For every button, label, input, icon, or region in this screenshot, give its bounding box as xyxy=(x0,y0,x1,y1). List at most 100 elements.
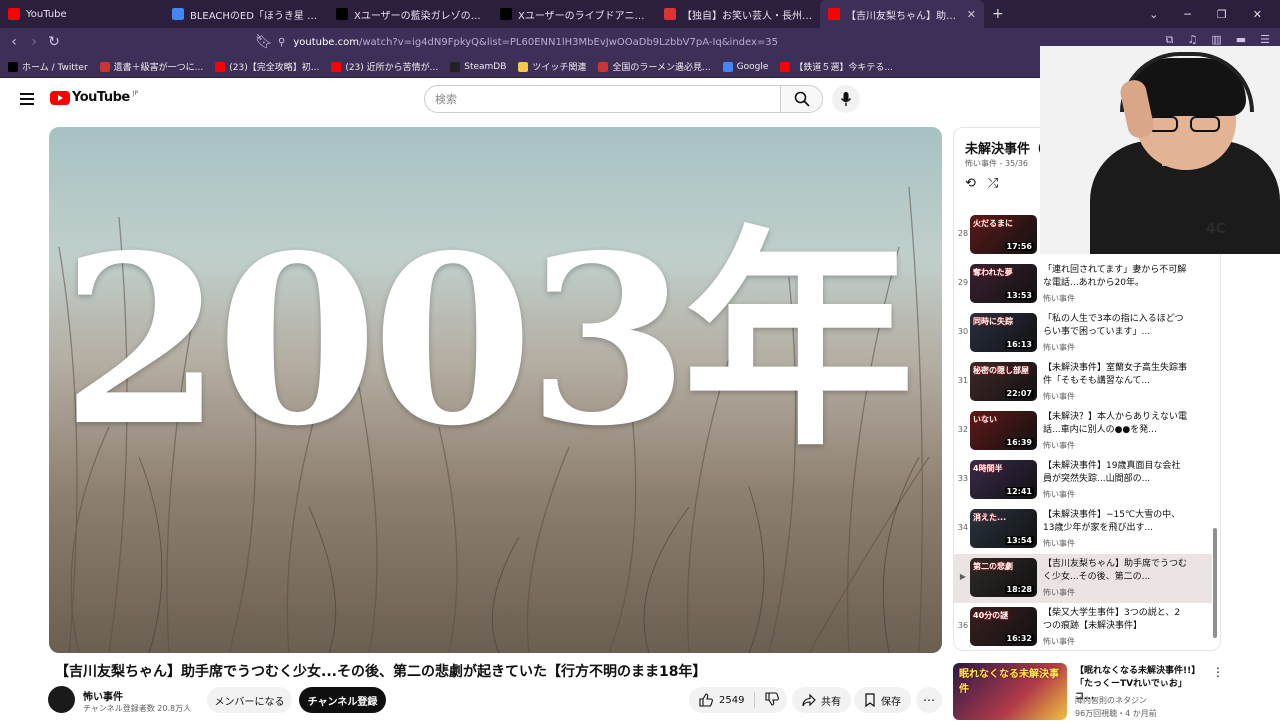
browser-tab[interactable]: Xユーザーの藍染ガレゾの怨暦（裏業投 xyxy=(328,0,492,28)
close-tab-icon[interactable]: ✕ xyxy=(967,8,976,21)
youtube-logo[interactable]: YouTube JP xyxy=(50,90,138,105)
browser-tab[interactable]: Xユーザーのライブドアニュースさん:「容疑 xyxy=(492,0,656,28)
webcam-overlay: 4C xyxy=(1040,46,1280,254)
restore-icon[interactable]: ❐ xyxy=(1217,8,1227,21)
site-info-icon[interactable]: ⚲ xyxy=(278,37,285,48)
playlist-item-thumbnail[interactable]: 火だるまに 17:56 xyxy=(970,215,1037,254)
bookmark-item[interactable]: SteamDB xyxy=(450,61,507,72)
shuffle-icon[interactable]: ⤮ xyxy=(988,176,998,191)
bookmark-item[interactable]: 全国のラーメン遇必見... xyxy=(598,60,711,73)
recommended-menu-icon[interactable]: ⋮ xyxy=(1212,665,1224,679)
playlist-item-index: 32 xyxy=(957,425,969,434)
playlist-item[interactable]: 29 奪われた夢 13:53 「連れ回されてます」妻から不可解な電話...あれから20… xyxy=(954,260,1212,309)
search-input[interactable]: 検索 xyxy=(424,85,781,113)
bookmark-label: (23) 近所から苦情が... xyxy=(345,63,439,73)
playlist-item-index: 29 xyxy=(957,278,969,287)
thumbnail-caption: 40分の謎 xyxy=(973,611,1009,620)
share-icon xyxy=(802,693,816,707)
playlist-item-thumbnail[interactable]: いない 16:39 xyxy=(970,411,1037,450)
bookmark-favicon-icon xyxy=(780,61,791,72)
recommended-channel[interactable]: 陣内智則のネタジン xyxy=(1075,695,1147,706)
channel-avatar[interactable] xyxy=(48,686,75,713)
tab-title: Xユーザーの藍染ガレゾの怨暦（裏業投 xyxy=(354,10,484,22)
join-button[interactable]: メンバーになる xyxy=(207,687,292,713)
menu-icon[interactable]: ☰ xyxy=(1260,33,1270,47)
bookmark-item[interactable]: (23)【完全攻略】初... xyxy=(215,60,319,73)
x-icon xyxy=(500,8,512,20)
bookmark-item[interactable]: ホーム / Twitter xyxy=(8,60,88,73)
dislike-button[interactable] xyxy=(755,691,789,709)
playlist-item-thumbnail[interactable]: 消えた... 13:54 xyxy=(970,509,1037,548)
playlist-scrollbar[interactable] xyxy=(1213,528,1217,638)
bookmark-icon[interactable]: 🔖︎ xyxy=(254,34,274,50)
playlist-item-thumbnail[interactable]: 40分の謎 16:32 xyxy=(970,607,1037,646)
reload-icon[interactable]: ↻ xyxy=(44,34,64,50)
browser-tab[interactable]: YouTube xyxy=(0,0,164,28)
browser-tab[interactable]: 【吉川友梨ちゃん】助手席でうつむく ✕ xyxy=(820,0,984,28)
recommended-thumbnail[interactable]: 眠れなくなる未解決事件 xyxy=(953,663,1067,720)
subscribe-button[interactable]: チャンネル登録 xyxy=(299,687,386,713)
bookmark-item[interactable]: ツイッチ関連 xyxy=(518,60,586,73)
sidebar-icon[interactable]: ▥ xyxy=(1211,33,1221,47)
tab-list-icon[interactable]: ⌄ xyxy=(1149,8,1158,21)
share-button[interactable]: 共有 xyxy=(792,687,851,713)
voice-search-button[interactable] xyxy=(832,85,860,113)
playlist-item-title: 「私の人生で3本の指に入るほどつらい事で困っています」... xyxy=(1043,314,1184,337)
recommended-video[interactable]: 眠れなくなる未解決事件 【眠れなくなる未解決事件!!】「たっくーTVれいでぃお」… xyxy=(953,663,1233,723)
wallet-icon[interactable]: ▬ xyxy=(1236,33,1246,47)
channel-name[interactable]: 怖い事件 xyxy=(83,688,123,703)
playlist-item-thumbnail[interactable]: 奪われた夢 13:53 xyxy=(970,264,1037,303)
like-button[interactable]: 2549 xyxy=(689,692,756,708)
back-icon[interactable]: ‹ xyxy=(4,34,24,50)
video-duration: 13:53 xyxy=(1004,291,1034,300)
forward-icon[interactable]: › xyxy=(24,34,44,50)
playlist-item[interactable]: 31 秘密の隠し部屋 22:07 【未解決事件】室蘭女子高生失踪事件「そもそも講習なん… xyxy=(954,358,1212,407)
playlist-items: 28火だるまに17:56【消えた？】...の人気女優...怖い事件29奪われた夢… xyxy=(954,211,1212,650)
screenshot-icon[interactable]: ⧉ xyxy=(1166,33,1174,47)
new-tab-icon[interactable]: + xyxy=(984,6,1012,22)
more-icon: ⋯ xyxy=(923,693,935,707)
music-icon[interactable]: ♫ xyxy=(1187,33,1197,47)
playlist-item-channel: 怖い事件 xyxy=(1043,294,1075,303)
logo-text: YouTube xyxy=(72,90,130,105)
playlist-item-thumbnail[interactable]: 第二の悲劇 18:28 xyxy=(970,558,1037,597)
hamburger-menu-icon[interactable] xyxy=(20,93,34,105)
bookmark-label: 【鉄道５選】今キテる... xyxy=(794,63,893,73)
playlist-item[interactable]: ▶ 第二の悲劇 18:28 【吉川友梨ちゃん】助手席でうつむく少女...その後、第二の… xyxy=(954,554,1212,603)
bookmark-label: ホーム / Twitter xyxy=(22,63,88,73)
playlist-item-thumbnail[interactable]: 同時に失踪 16:13 xyxy=(970,313,1037,352)
playlist-controls: ⟲ ⤮ xyxy=(965,176,998,191)
playlist-item[interactable]: 36 40分の謎 16:32 【柴又大学生事件】3つの説と、2つの痕跡【未解決事件】怖… xyxy=(954,603,1212,650)
more-actions-button[interactable]: ⋯ xyxy=(916,687,942,713)
thumbnail-caption: 4時間半 xyxy=(973,464,1003,473)
news-icon xyxy=(664,8,676,20)
playlist-item-channel: 怖い事件 xyxy=(1043,588,1075,597)
playlist-item[interactable]: 30 同時に失踪 16:13 「私の人生で3本の指に入るほどつらい事で困っています」.… xyxy=(954,309,1212,358)
bookmark-item[interactable]: 【鉄道５選】今キテる... xyxy=(780,60,893,73)
url-field[interactable]: ⚲ youtube.com/watch?v=ig4dN9FpkyQ&list=P… xyxy=(278,32,968,52)
bookmark-item[interactable]: 遺書＋級害が一つに... xyxy=(99,60,203,73)
playlist-item[interactable]: 32 いない 16:39 【未解決？】本人からありえない電話...車内に別人の●●を発… xyxy=(954,407,1212,456)
bookmark-item[interactable]: Google xyxy=(722,61,768,72)
bookmark-label: SteamDB xyxy=(464,61,507,72)
tab-title: 【独自】お笑い芸人・長州小力さんを道交 xyxy=(682,10,812,22)
bookmark-favicon-icon xyxy=(722,61,733,72)
like-count: 2549 xyxy=(719,694,745,706)
playlist-item-thumbnail[interactable]: 4時間半 12:41 xyxy=(970,460,1037,499)
subscriber-count: チャンネル登録者数 20.8万人 xyxy=(83,704,192,713)
save-button[interactable]: 保存 xyxy=(854,687,911,713)
browser-tab[interactable]: 【独自】お笑い芸人・長州小力さんを道交 xyxy=(656,0,820,28)
bookmark-item[interactable]: (23) 近所から苦情が... xyxy=(331,60,438,73)
window-controls: ⌄ ─ ❐ ✕ xyxy=(1149,0,1280,28)
bookmark-label: ツイッチ関連 xyxy=(532,63,587,73)
bookmark-favicon-icon xyxy=(215,61,226,72)
playlist-item-thumbnail[interactable]: 秘密の隠し部屋 22:07 xyxy=(970,362,1037,401)
browser-tab[interactable]: BLEACHのED「ほうき星 - Google 検索 xyxy=(164,0,328,28)
loop-icon[interactable]: ⟲ xyxy=(965,176,976,191)
search-button[interactable] xyxy=(781,85,823,113)
playlist-item[interactable]: 33 4時間半 12:41 【未解決事件】19歳真面目な会社員が突然失踪...山間部の… xyxy=(954,456,1212,505)
minimize-icon[interactable]: ─ xyxy=(1184,8,1191,21)
video-player[interactable]: 2003年 xyxy=(49,127,942,653)
close-window-icon[interactable]: ✕ xyxy=(1253,8,1262,21)
playlist-item[interactable]: 34 消えた... 13:54 【未解決事件】−15℃大雪の中、13歳少年が家を飛び出… xyxy=(954,505,1212,554)
